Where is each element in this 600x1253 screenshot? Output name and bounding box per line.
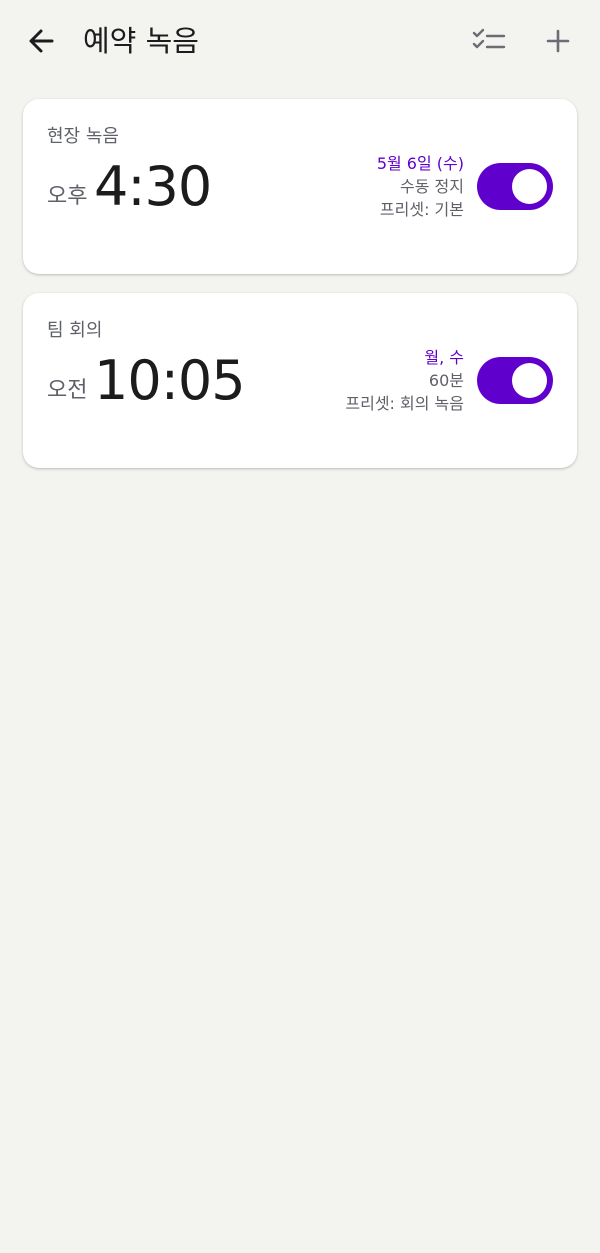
select-mode-button[interactable] bbox=[466, 20, 512, 62]
schedule-ampm: 오전 bbox=[47, 378, 88, 403]
schedule-preset: 프리셋: 회의 녹음 bbox=[345, 394, 464, 413]
schedule-time: 4:30 bbox=[94, 155, 212, 218]
schedule-name: 팀 회의 bbox=[47, 320, 103, 341]
schedule-card[interactable]: 팀 회의 오전 10:05 월, 수 60분 프리셋: 회의 녹음 bbox=[23, 293, 577, 468]
plus-icon bbox=[546, 29, 570, 53]
schedule-stop-mode: 수동 정지 bbox=[400, 177, 464, 196]
schedule-name: 현장 녹음 bbox=[47, 126, 119, 147]
schedule-card[interactable]: 현장 녹음 오후 4:30 5월 6일 (수) 수동 정지 프리셋: 기본 bbox=[23, 99, 577, 274]
schedule-ampm: 오후 bbox=[47, 184, 88, 209]
schedule-days: 월, 수 bbox=[424, 348, 464, 367]
toggle-knob bbox=[512, 169, 547, 204]
schedule-info: 5월 6일 (수) 수동 정지 프리셋: 기본 bbox=[377, 152, 464, 221]
back-button[interactable] bbox=[20, 20, 62, 62]
toggle-knob bbox=[512, 363, 547, 398]
checklist-icon bbox=[472, 28, 506, 49]
schedule-preset: 프리셋: 기본 bbox=[379, 200, 464, 219]
arrow-back-icon bbox=[29, 29, 54, 53]
schedule-info: 월, 수 60분 프리셋: 회의 녹음 bbox=[345, 346, 464, 415]
schedule-toggle[interactable] bbox=[477, 163, 553, 210]
add-schedule-button[interactable] bbox=[537, 20, 579, 62]
schedule-toggle[interactable] bbox=[477, 357, 553, 404]
page-title: 예약 녹음 bbox=[83, 24, 199, 58]
schedule-duration: 60분 bbox=[428, 371, 464, 390]
schedule-time: 10:05 bbox=[94, 349, 246, 412]
app-bar: 예약 녹음 bbox=[0, 0, 600, 82]
schedule-date: 5월 6일 (수) bbox=[376, 154, 464, 173]
